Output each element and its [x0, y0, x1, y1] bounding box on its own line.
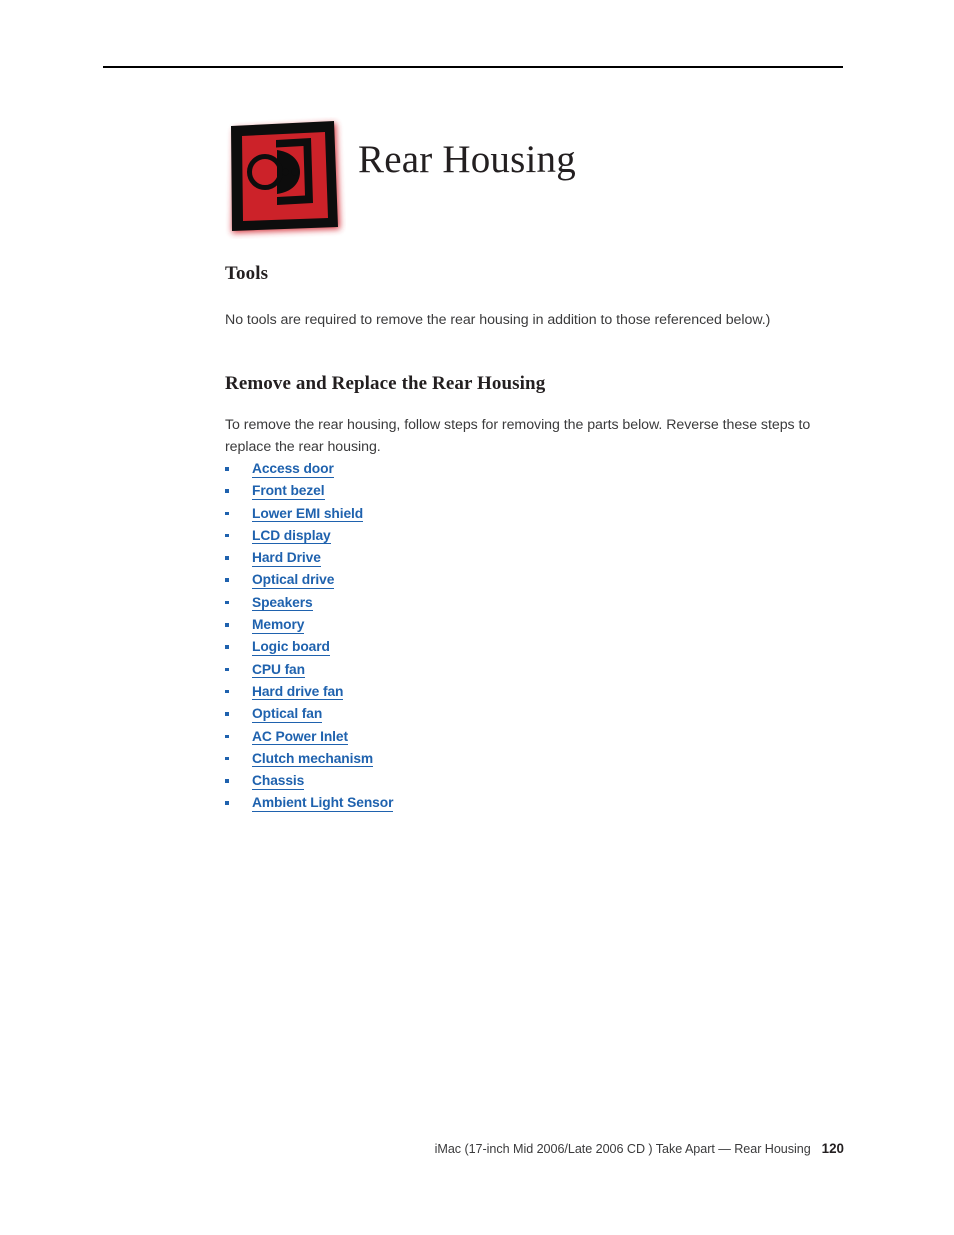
- remove-replace-paragraph: To remove the rear housing, follow steps…: [225, 417, 811, 455]
- page-title: Rear Housing: [358, 138, 576, 181]
- bullet-icon: [225, 756, 229, 761]
- part-link-ambient-light-sensor[interactable]: Ambient Light Sensor: [252, 795, 393, 812]
- part-link-optical-fan[interactable]: Optical fan: [252, 706, 322, 723]
- part-link-chassis[interactable]: Chassis: [252, 773, 304, 790]
- page-number: 120: [821, 1141, 844, 1156]
- list-item[interactable]: Chassis: [225, 770, 850, 792]
- bullet-icon: [225, 734, 229, 739]
- part-link-lcd-display[interactable]: LCD display: [252, 527, 331, 545]
- tools-paragraph: No tools are required to remove the rear…: [225, 312, 771, 328]
- bullet-icon: [225, 689, 229, 694]
- part-link-access-door[interactable]: Access door: [252, 461, 334, 478]
- part-link-logic-board[interactable]: Logic board: [252, 639, 330, 656]
- list-item[interactable]: Clutch mechanism: [225, 748, 850, 770]
- part-link-hard-drive[interactable]: Hard Drive: [252, 550, 321, 567]
- list-item[interactable]: Front bezel: [225, 480, 850, 502]
- list-item[interactable]: AC Power Inlet: [225, 726, 850, 748]
- list-item[interactable]: Speakers: [225, 592, 850, 614]
- list-item[interactable]: Logic board: [225, 636, 850, 658]
- bullet-icon: [225, 667, 229, 672]
- part-link-front-bezel[interactable]: Front bezel: [252, 483, 325, 500]
- bullet-icon: [225, 578, 229, 582]
- bullet-icon: [225, 623, 229, 627]
- footer-text: iMac (17-inch Mid 2006/Late 2006 CD ) Ta…: [434, 1142, 811, 1156]
- bullet-icon: [225, 489, 229, 493]
- bullet-icon: [225, 533, 229, 538]
- part-link-ac-power-inlet[interactable]: AC Power Inlet: [252, 728, 348, 746]
- list-item[interactable]: LCD display: [225, 525, 850, 547]
- list-item[interactable]: Hard drive fan: [225, 681, 850, 703]
- list-item[interactable]: Optical drive: [225, 569, 850, 591]
- bullet-icon: [225, 467, 229, 471]
- part-link-lower-emi-shield[interactable]: Lower EMI shield: [252, 505, 363, 523]
- bullet-icon: [225, 645, 229, 649]
- part-link-cpu-fan[interactable]: CPU fan: [252, 661, 305, 679]
- part-link-clutch-mechanism[interactable]: Clutch mechanism: [252, 750, 373, 768]
- list-item[interactable]: Access door: [225, 458, 850, 480]
- service-source-logo-icon: [224, 117, 346, 239]
- page-footer: iMac (17-inch Mid 2006/Late 2006 CD ) Ta…: [435, 1141, 844, 1156]
- bullet-icon: [225, 779, 229, 783]
- bullet-icon: [225, 712, 229, 716]
- bullet-icon: [225, 600, 229, 605]
- list-item[interactable]: Memory: [225, 614, 850, 636]
- part-link-memory[interactable]: Memory: [252, 617, 304, 634]
- list-item[interactable]: CPU fan: [225, 659, 850, 681]
- main-content: Tools No tools are required to remove th…: [225, 262, 850, 815]
- list-item[interactable]: Hard Drive: [225, 547, 850, 569]
- bullet-icon: [225, 511, 229, 516]
- list-item[interactable]: Optical fan: [225, 703, 850, 725]
- section-heading-remove-replace: Remove and Replace the Rear Housing: [225, 373, 546, 394]
- part-link-optical-drive[interactable]: Optical drive: [252, 572, 334, 589]
- part-link-hard-drive-fan[interactable]: Hard drive fan: [252, 683, 343, 701]
- part-link-speakers[interactable]: Speakers: [252, 594, 313, 612]
- list-item[interactable]: Ambient Light Sensor: [225, 792, 850, 814]
- header-rule: [103, 66, 843, 68]
- document-page: Rear Housing Tools No tools are required…: [0, 0, 954, 1235]
- bullet-icon: [225, 556, 229, 560]
- bullet-icon: [225, 801, 229, 805]
- list-item[interactable]: Lower EMI shield: [225, 503, 850, 525]
- section-heading-tools: Tools: [225, 263, 269, 284]
- parts-link-list: Access door Front bezel Lower EMI shield…: [225, 458, 850, 815]
- page-header: Rear Housing: [224, 112, 824, 242]
